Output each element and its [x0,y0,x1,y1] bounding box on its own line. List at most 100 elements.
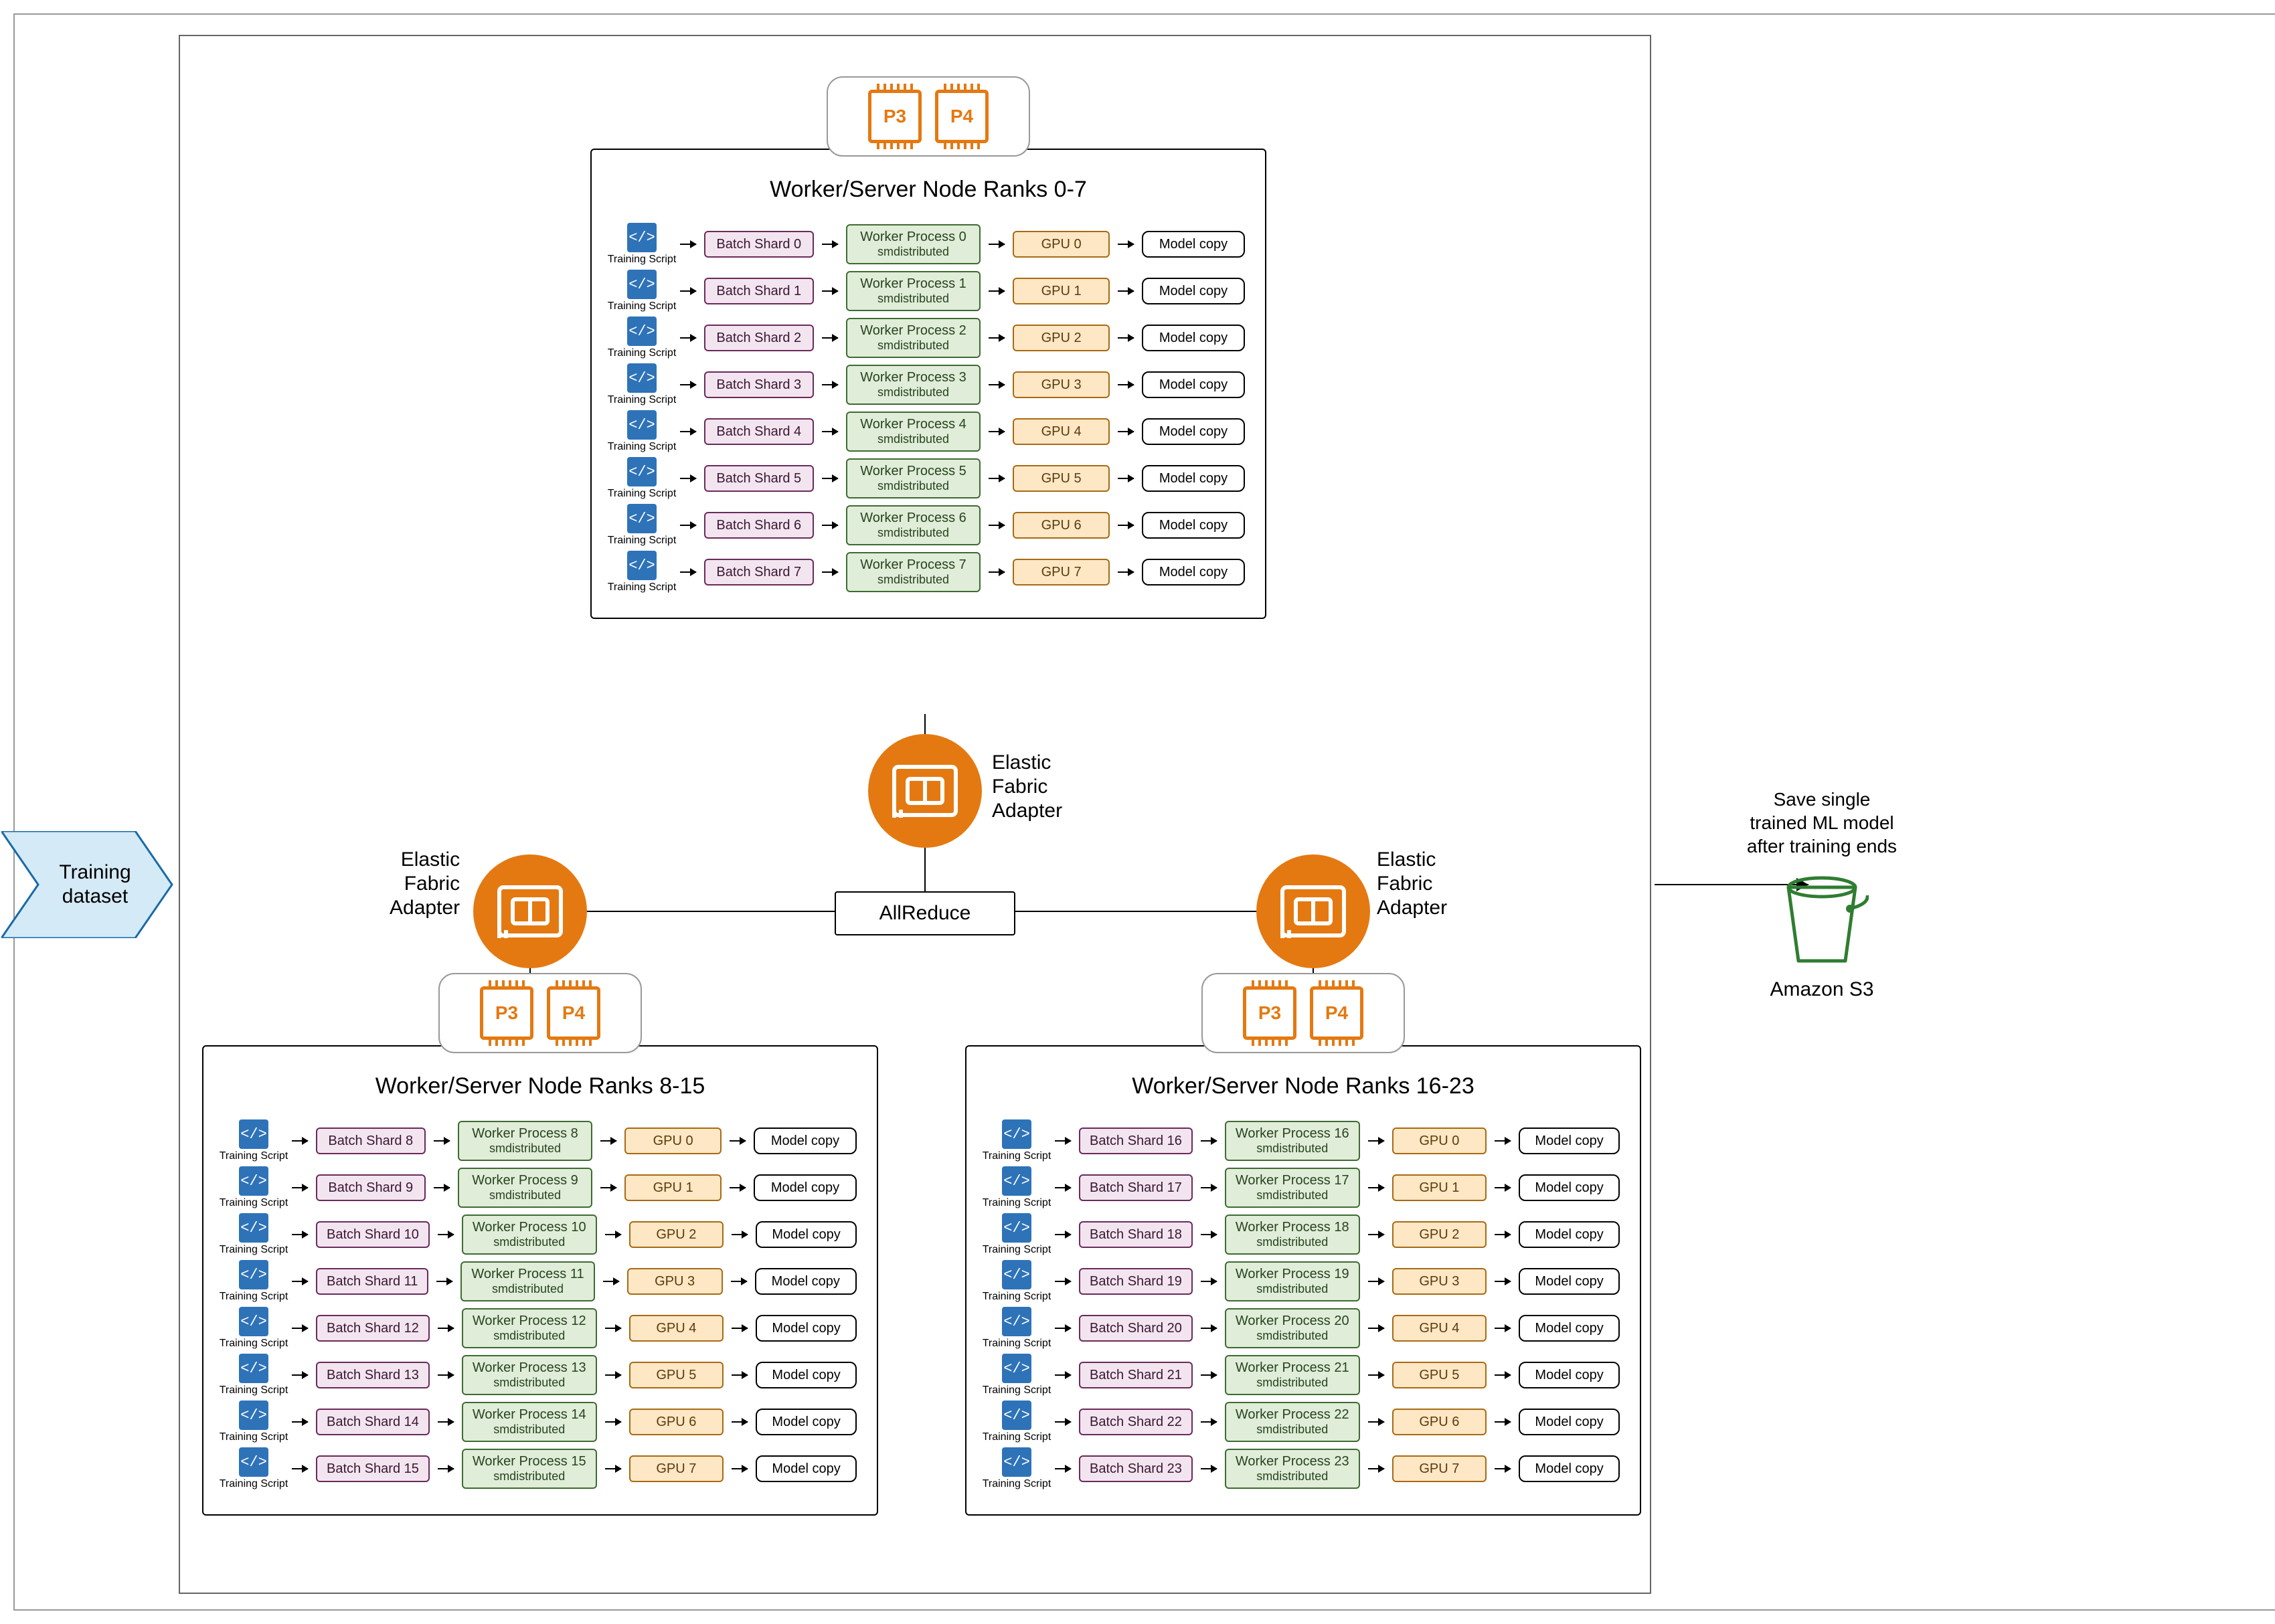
training-script-label: Training Script [220,1197,288,1209]
save-model-text: Save single trained ML model after train… [1728,788,1916,858]
worker-process: Worker Process 2smdistributed [846,318,981,358]
arrow-icon [292,1421,308,1423]
arrow-icon [1368,1187,1384,1188]
code-icon: </> [239,1447,268,1477]
pipeline-list-1: </> Training Script Batch Shard 8 Worker… [224,1119,857,1490]
model-copy: Model copy [756,1409,857,1435]
arrow-icon [1201,1234,1217,1235]
arrow-icon [1118,571,1134,573]
gpu: GPU 7 [629,1455,724,1482]
gpu: GPU 6 [629,1409,724,1435]
arrow-icon [680,337,696,339]
model-copy: Model copy [1142,278,1245,304]
arrow-icon [732,1421,748,1423]
code-icon: </> [1002,1401,1031,1430]
gpu: GPU 6 [1392,1409,1487,1435]
code-icon: </> [1002,1119,1031,1149]
model-copy: Model copy [1142,512,1245,539]
gpu: GPU 3 [627,1268,723,1295]
pipeline-row: </> Training Script Batch Shard 13 Worke… [224,1354,857,1396]
arrow-icon [1118,431,1134,432]
arrow-icon [438,1421,454,1423]
arrow-icon [989,571,1005,573]
instance-type-badge: P3 P4 [438,973,642,1053]
worker-process: Worker Process 17smdistributed [1225,1168,1360,1208]
batch-shard: Batch Shard 2 [704,325,814,351]
training-script: </> Training Script [987,1307,1047,1350]
pipeline-row: </> Training Script Batch Shard 9 Worker… [224,1166,857,1209]
gpu: GPU 2 [1392,1221,1487,1248]
arrow-icon [1368,1468,1384,1469]
model-copy: Model copy [755,1268,857,1295]
arrow-icon [1368,1421,1384,1423]
model-copy: Model copy [754,1127,857,1154]
code-icon: </> [627,317,657,346]
code-icon: </> [239,1213,268,1243]
worker-process: Worker Process 20smdistributed [1225,1308,1360,1348]
arrow-icon [1495,1328,1511,1329]
pipeline-row: </> Training Script Batch Shard 0 Worker… [612,223,1245,266]
training-script: </> Training Script [612,504,672,547]
model-copy: Model copy [1142,325,1245,351]
arrow-icon [438,1374,454,1376]
code-icon: </> [1002,1213,1031,1243]
training-script: </> Training Script [612,317,672,359]
pipeline-list-2: </> Training Script Batch Shard 16 Worke… [987,1119,1620,1490]
arrow-icon [680,571,696,573]
batch-shard: Batch Shard 4 [704,418,814,445]
arrow-icon [605,1421,621,1423]
pipeline-row: </> Training Script Batch Shard 12 Worke… [224,1307,857,1350]
training-script-label: Training Script [608,581,677,594]
training-script: </> Training Script [987,1119,1047,1162]
code-icon: </> [239,1119,268,1149]
code-icon: </> [239,1166,268,1196]
training-script-label: Training Script [983,1338,1051,1350]
code-icon: </> [627,551,657,580]
pipeline-row: </> Training Script Batch Shard 4 Worker… [612,410,1245,453]
arrow-icon [1495,1374,1511,1376]
arrow-icon [600,1140,616,1142]
model-copy: Model copy [1519,1315,1620,1342]
worker-process: Worker Process 14smdistributed [462,1402,597,1442]
pipeline-row: </> Training Script Batch Shard 2 Worker… [612,317,1245,359]
arrow-icon [1495,1187,1511,1188]
arrow-icon [989,337,1005,339]
batch-shard: Batch Shard 18 [1079,1221,1193,1248]
worker-process: Worker Process 12smdistributed [462,1308,597,1348]
arrow-icon [822,525,838,526]
code-icon: </> [239,1307,268,1336]
arrow-icon [1055,1468,1071,1469]
pipeline-row: </> Training Script Batch Shard 21 Worke… [987,1354,1620,1396]
code-icon: </> [239,1260,268,1289]
gpu: GPU 0 [1013,231,1110,258]
model-copy: Model copy [1142,231,1245,258]
arrow-icon [438,1328,454,1329]
gpu: GPU 3 [1013,371,1110,398]
arrow-icon [1055,1234,1071,1235]
arrow-icon [1055,1140,1071,1142]
arrow-icon [1201,1374,1217,1376]
training-script: </> Training Script [612,410,672,453]
training-script-label: Training Script [608,441,677,453]
arrow-icon [822,290,838,292]
training-dataset-input: Training dataset [1,831,175,938]
chip-icon: P3 [480,986,533,1040]
allreduce-box: AllReduce [835,891,1015,935]
arrow-icon [989,244,1005,245]
efa-icon [473,854,587,968]
training-script: </> Training Script [612,551,672,594]
pipeline-row: </> Training Script Batch Shard 15 Worke… [224,1447,857,1490]
batch-shard: Batch Shard 23 [1079,1455,1193,1482]
batch-shard: Batch Shard 14 [316,1409,430,1435]
gpu: GPU 5 [1392,1362,1487,1388]
arrow-icon [730,1140,746,1142]
arrow-icon [989,525,1005,526]
gpu: GPU 4 [1392,1315,1487,1342]
worker-process: Worker Process 15smdistributed [462,1449,597,1489]
arrow-icon [1118,244,1134,245]
arrow-icon [989,384,1005,385]
worker-process: Worker Process 3smdistributed [846,365,981,405]
training-script: </> Training Script [987,1447,1047,1490]
worker-process: Worker Process 13smdistributed [462,1355,597,1395]
arrow-icon [1368,1374,1384,1376]
